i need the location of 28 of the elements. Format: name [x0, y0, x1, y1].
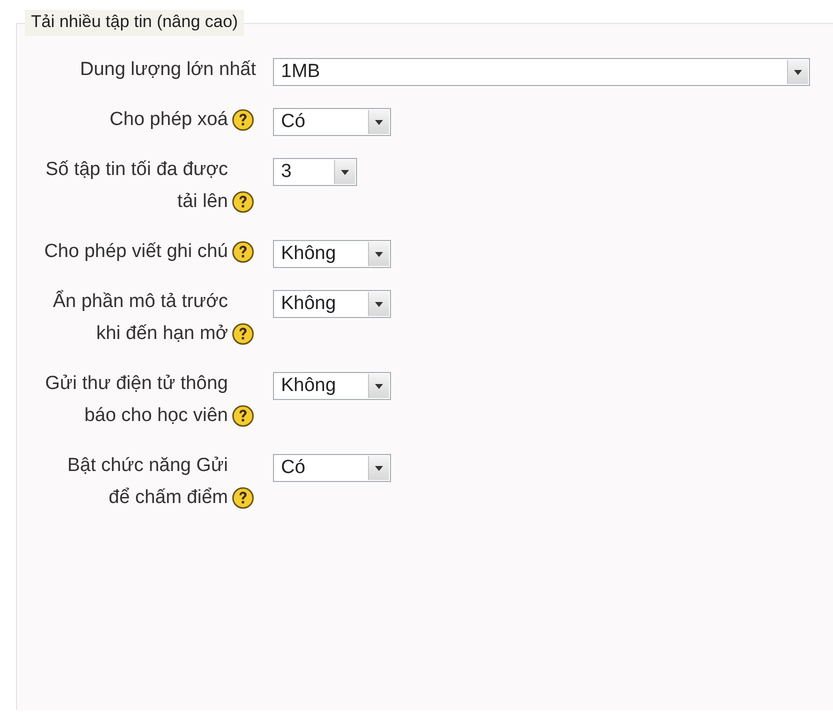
- caret-icon: [341, 170, 349, 174]
- help-icon[interactable]: [232, 109, 254, 131]
- help-icon[interactable]: [232, 191, 254, 213]
- field-label: Cho phép xoá: [108, 108, 228, 132]
- dropdown[interactable]: 3: [273, 158, 357, 186]
- field-label: Ẩn phần mô tả trước khi đến hạn mở: [52, 289, 228, 346]
- help-icon[interactable]: [232, 487, 254, 509]
- caret-icon: [375, 120, 383, 124]
- field-label: Số tập tin tối đa được tải lên: [44, 158, 228, 214]
- help-icon[interactable]: [232, 323, 254, 345]
- dropdown[interactable]: Không: [273, 290, 391, 318]
- dropdown[interactable]: Không: [273, 372, 391, 400]
- section-title: Tải nhiều tập tin (nâng cao): [25, 10, 244, 36]
- dropdown[interactable]: Có: [273, 108, 391, 136]
- dropdown[interactable]: Có: [273, 454, 391, 482]
- caret-icon: [375, 302, 383, 306]
- caret-icon: [375, 466, 383, 470]
- field-label: Gửi thư điện tử thông báo cho học viên: [44, 372, 228, 428]
- dropdown[interactable]: Không: [273, 240, 391, 268]
- dropdown[interactable]: 1MB: [273, 58, 810, 86]
- help-icon[interactable]: [232, 405, 254, 427]
- caret-icon: [375, 384, 383, 388]
- caret-icon: [794, 70, 802, 74]
- field-label: Bật chức năng Gửi để chấm điểm: [66, 454, 228, 510]
- help-icon[interactable]: [232, 241, 254, 263]
- field-label: Dung lượng lớn nhất: [78, 58, 256, 82]
- caret-icon: [375, 252, 383, 256]
- field-label: Cho phép viết ghi chú: [43, 240, 228, 264]
